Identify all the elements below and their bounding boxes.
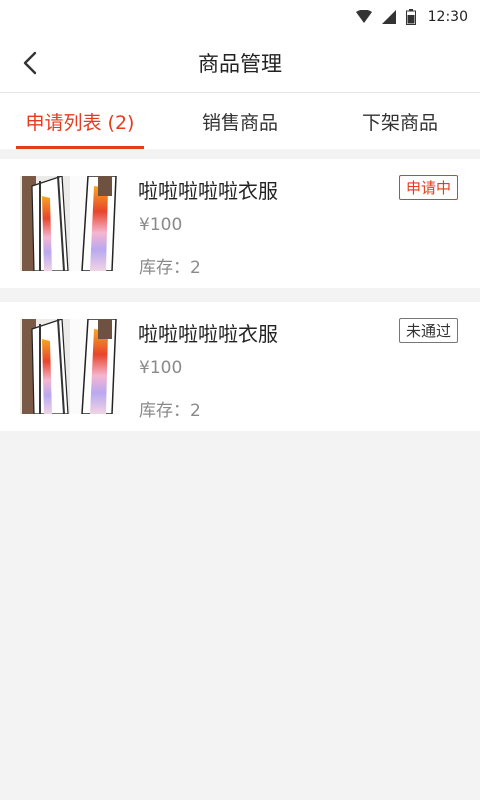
tab-off-shelf[interactable]: 下架商品 [320, 93, 480, 149]
status-icons [355, 9, 416, 25]
product-image [20, 176, 120, 271]
tab-on-sale[interactable]: 销售商品 [160, 93, 320, 149]
wifi-icon [355, 10, 372, 23]
product-name: 啦啦啦啦啦衣服 [138, 322, 278, 346]
back-button[interactable] [14, 47, 46, 79]
product-card[interactable]: 啦啦啦啦啦衣服 ¥100 库存：2 未通过 [0, 302, 480, 431]
status-badge: 申请中 [398, 175, 458, 200]
tab-bar: 申请列表 (2) 销售商品 下架商品 [0, 93, 480, 149]
page-title: 商品管理 [198, 52, 282, 76]
product-card[interactable]: 啦啦啦啦啦衣服 ¥100 库存：2 申请中 [0, 159, 480, 288]
product-price: ¥100 [139, 358, 183, 378]
product-image [20, 319, 120, 414]
product-stock: 库存：2 [139, 401, 201, 421]
app-bar: 商品管理 [0, 34, 480, 93]
product-name: 啦啦啦啦啦衣服 [138, 179, 278, 203]
status-bar: 12:30 [0, 0, 480, 34]
product-list: 啦啦啦啦啦衣服 ¥100 库存：2 申请中 啦啦啦啦啦衣服 ¥100 库存：2 … [0, 149, 480, 431]
clock-time: 12:30 [427, 9, 468, 25]
signal-icon [381, 10, 396, 24]
status-badge: 未通过 [398, 318, 458, 343]
chevron-left-icon [23, 51, 37, 75]
battery-icon [405, 9, 416, 25]
product-stock: 库存：2 [139, 258, 201, 278]
tab-application-list[interactable]: 申请列表 (2) [0, 93, 160, 149]
product-price: ¥100 [139, 215, 183, 235]
